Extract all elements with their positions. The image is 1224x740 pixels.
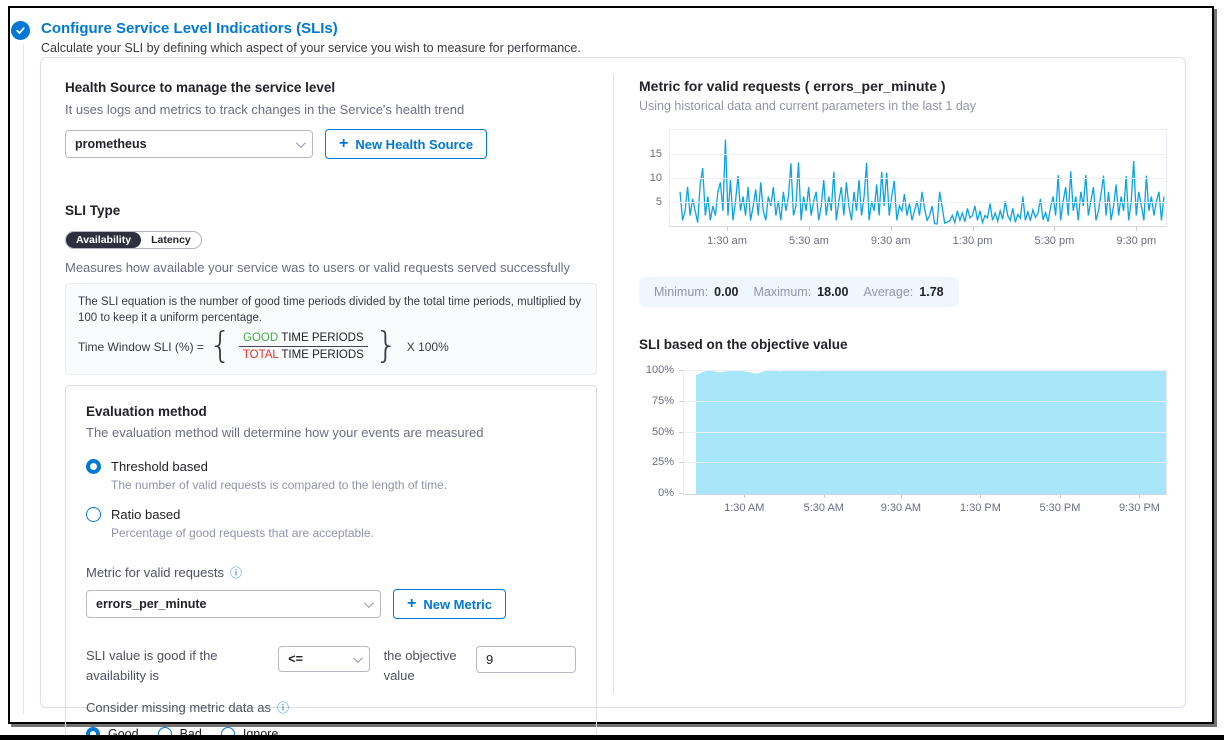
y-axis-tick-label: 10 <box>638 172 662 184</box>
metric-chart-title: Metric for valid requests ( errors_per_m… <box>639 78 1167 94</box>
x-axis-tick-label: 5:30 PM <box>1039 502 1080 514</box>
evaluation-method-description: The evaluation method will determine how… <box>86 425 576 440</box>
formula-total: TOTAL <box>243 349 279 361</box>
metric-chart: 510151:30 am5:30 am9:30 am1:30 pm5:30 pm… <box>669 129 1167 253</box>
sli-equation-text: The SLI equation is the number of good t… <box>78 294 583 326</box>
threshold-based-label: Threshold based <box>111 459 208 474</box>
operator-select[interactable]: <= <box>278 646 369 672</box>
metric-selected-value: errors_per_minute <box>96 597 206 611</box>
right-brace: } <box>375 332 398 361</box>
x-axis-tick-label: 5:30 AM <box>804 502 844 514</box>
y-axis-tick-label: 0% <box>638 487 674 499</box>
sli-chart-title: SLI based on the objective value <box>639 337 1167 352</box>
column-divider <box>613 74 614 693</box>
sli-type-option-latency[interactable]: Latency <box>141 232 201 248</box>
formula-fraction: GOOD TIME PERIODS TOTAL TIME PERIODS <box>237 331 370 362</box>
screen-bottom-edge <box>0 735 1224 740</box>
x-axis-tick-label: 5:30 pm <box>1035 235 1075 247</box>
objective-value-input[interactable] <box>476 646 576 673</box>
evaluation-method-title: Evaluation method <box>86 404 576 419</box>
x-axis-tick-label: 9:30 pm <box>1116 235 1156 247</box>
step-complete-check-icon <box>11 21 30 40</box>
sli-config-card: Health Source to manage the service leve… <box>40 57 1186 708</box>
metric-valid-requests-label: Metric for valid requests <box>86 565 224 580</box>
sli-objective-chart: 100%75%50%25%0%1:30 AM5:30 AM9:30 AM1:30… <box>683 370 1167 520</box>
metric-select[interactable]: errors_per_minute <box>86 590 381 618</box>
x-axis-tick-label: 1:30 am <box>707 235 747 247</box>
radio-ratio-based[interactable] <box>86 507 101 522</box>
sli-condition-prefix: SLI value is good if the availability is <box>86 646 264 686</box>
x-axis-tick-label: 9:30 PM <box>1119 502 1160 514</box>
metric-chart-subtitle: Using historical data and current parame… <box>639 99 1167 113</box>
stat-max-value: 18.00 <box>817 285 848 299</box>
operator-selected-value: <= <box>288 652 303 666</box>
sli-type-label: SLI Type <box>65 203 597 218</box>
x-axis-tick-label: 9:30 AM <box>881 502 921 514</box>
app-window: Configure Service Level Indicatiors (SLI… <box>8 6 1214 724</box>
page-title: Configure Service Level Indicatiors (SLI… <box>41 20 338 37</box>
left-brace: { <box>209 332 232 361</box>
info-icon[interactable]: ⓘ <box>230 564 242 581</box>
formula-prefix: Time Window SLI (%) = <box>78 340 204 354</box>
y-axis-tick-label: 15 <box>638 148 662 160</box>
y-axis-tick-label: 75% <box>638 395 674 407</box>
y-axis-tick-label: 50% <box>638 426 674 438</box>
x-axis-tick-label: 9:30 am <box>871 235 911 247</box>
health-source-select[interactable]: prometheus <box>65 130 313 158</box>
metric-chart-plot[interactable]: 510151:30 am5:30 am9:30 am1:30 pm5:30 pm… <box>669 129 1167 227</box>
sli-chart-plot[interactable]: 100%75%50%25%0%1:30 AM5:30 AM9:30 AM1:30… <box>683 370 1167 495</box>
stat-min-value: 0.00 <box>714 285 738 299</box>
stat-max-label: Maximum: <box>754 285 812 299</box>
stat-min-label: Minimum: <box>654 285 708 299</box>
new-health-source-label: New Health Source <box>355 137 473 152</box>
sli-equation-formula: Time Window SLI (%) = { GOOD TIME PERIOD… <box>78 331 584 362</box>
formula-numerator: TIME PERIODS <box>281 332 363 344</box>
metric-stats-badge: Minimum: 0.00 Maximum: 18.00 Average: 1.78 <box>639 277 959 307</box>
x-axis-tick-label: 1:30 AM <box>724 502 764 514</box>
threshold-based-description: The number of valid requests is compared… <box>111 478 576 492</box>
y-axis-tick-label: 100% <box>638 364 674 376</box>
formula-suffix: X 100% <box>407 340 449 354</box>
health-source-selected-value: prometheus <box>75 137 147 151</box>
sli-condition-middle: the objective value <box>384 646 462 686</box>
ratio-based-label: Ratio based <box>111 507 180 522</box>
stat-avg-value: 1.78 <box>919 285 943 299</box>
radio-threshold-based[interactable] <box>86 459 101 474</box>
chevron-down-icon <box>353 653 363 663</box>
plus-icon: + <box>339 136 348 152</box>
chevron-down-icon <box>364 598 374 608</box>
health-source-description: It uses logs and metrics to track change… <box>65 102 597 117</box>
new-metric-button[interactable]: + New Metric <box>393 589 506 619</box>
y-axis-tick-label: 25% <box>638 456 674 468</box>
new-health-source-button[interactable]: + New Health Source <box>325 129 487 159</box>
stat-avg-label: Average: <box>863 285 913 299</box>
stepper-rail <box>23 44 24 714</box>
sli-equation-box: The SLI equation is the number of good t… <box>65 283 597 375</box>
formula-good: GOOD <box>243 332 278 344</box>
ratio-based-description: Percentage of good requests that are acc… <box>111 526 576 540</box>
preview-column: Metric for valid requests ( errors_per_m… <box>639 78 1167 520</box>
formula-denominator: TIME PERIODS <box>281 349 363 361</box>
missing-data-label: Consider missing metric data as <box>86 700 271 715</box>
y-axis-tick-label: 5 <box>638 196 662 208</box>
sli-type-option-availability[interactable]: Availability <box>66 232 141 248</box>
evaluation-method-box: Evaluation method The evaluation method … <box>65 385 597 740</box>
health-source-label: Health Source to manage the service leve… <box>65 80 597 95</box>
new-metric-label: New Metric <box>423 597 492 612</box>
page-subtitle: Calculate your SLI by defining which asp… <box>41 41 581 55</box>
chevron-down-icon <box>296 138 306 148</box>
x-axis-tick-label: 5:30 am <box>789 235 829 247</box>
sli-type-description: Measures how available your service was … <box>65 260 597 275</box>
sli-type-toggle: Availability Latency <box>65 231 202 249</box>
plus-icon: + <box>407 596 416 612</box>
info-icon[interactable]: ⓘ <box>277 699 289 716</box>
config-column: Health Source to manage the service leve… <box>65 80 597 740</box>
x-axis-tick-label: 1:30 pm <box>953 235 993 247</box>
x-axis-tick-label: 1:30 PM <box>960 502 1001 514</box>
